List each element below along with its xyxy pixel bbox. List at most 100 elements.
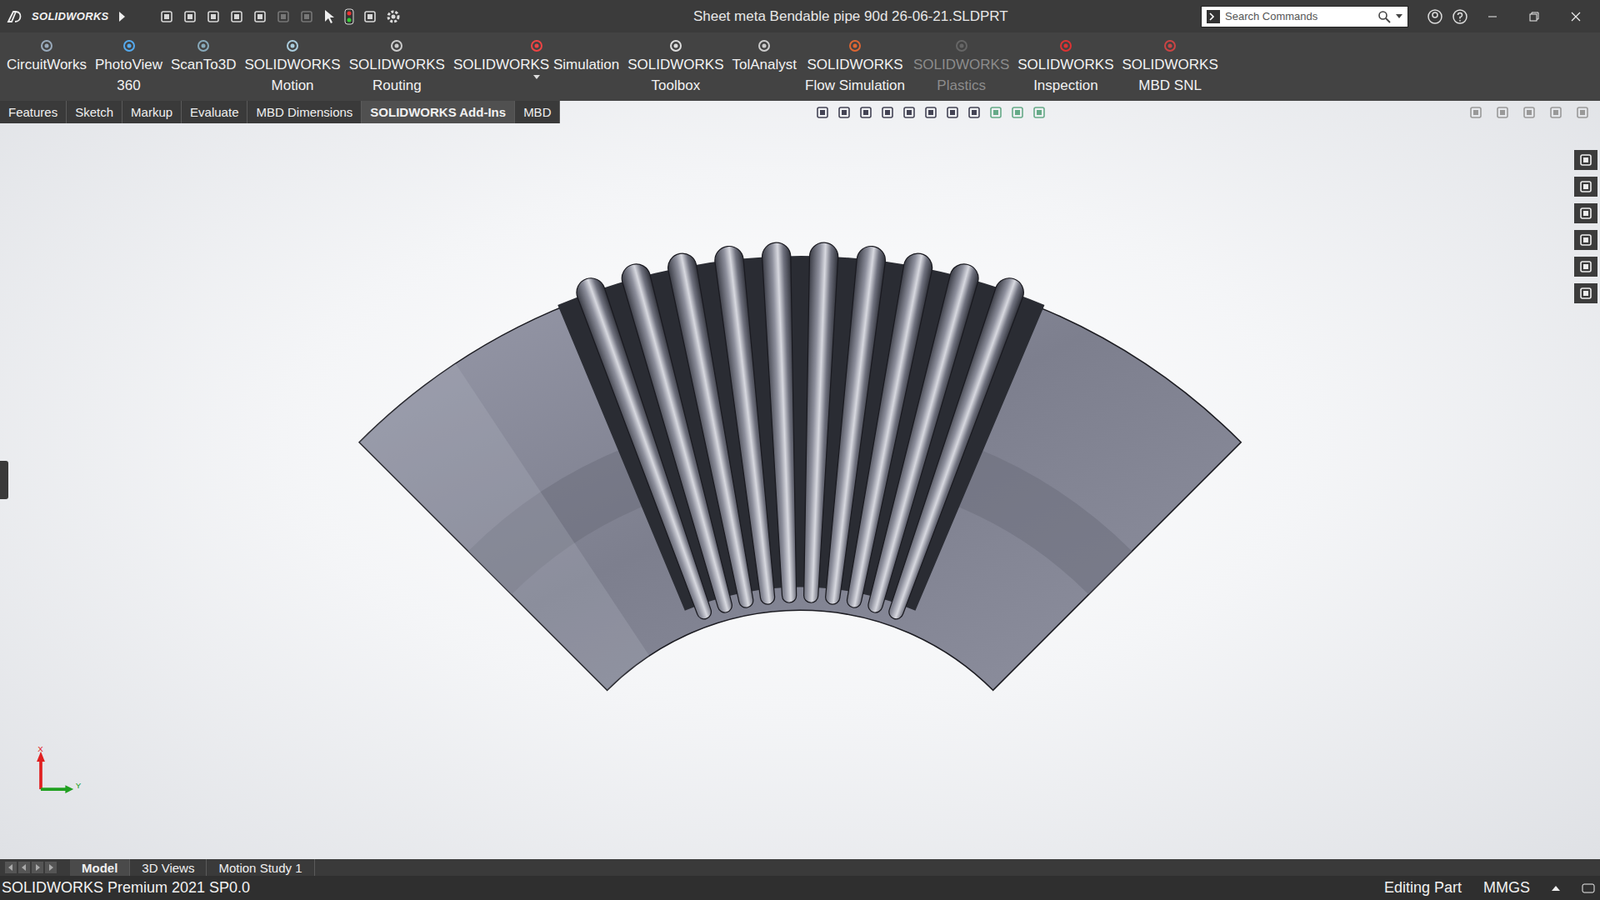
command-tab[interactable]: Evaluate bbox=[181, 100, 248, 124]
addin-icon bbox=[1056, 37, 1075, 55]
print-icon[interactable] bbox=[252, 9, 268, 25]
addin-button[interactable]: SOLIDWORKSFlow Simulation bbox=[805, 37, 905, 96]
search-box[interactable]: Search Commands bbox=[1200, 5, 1409, 28]
file-explorer-icon[interactable] bbox=[1578, 205, 1594, 221]
command-tab[interactable]: MBD bbox=[515, 100, 560, 124]
panel-handle[interactable] bbox=[0, 460, 9, 500]
save-icon[interactable] bbox=[229, 9, 245, 25]
hide-show-icon[interactable] bbox=[966, 105, 982, 120]
task-pane-button[interactable] bbox=[1574, 230, 1598, 250]
last-arrow-icon[interactable] bbox=[45, 861, 57, 874]
command-tab[interactable]: Markup bbox=[122, 100, 182, 124]
tab-row: FeaturesSketchMarkupEvaluateMBD Dimensio… bbox=[0, 100, 1600, 124]
view-orientation-icon[interactable] bbox=[923, 105, 939, 120]
custom-properties-icon[interactable] bbox=[1578, 285, 1594, 301]
bottom-tab[interactable]: 3D Views bbox=[130, 859, 207, 876]
expand-menu-icon[interactable] bbox=[117, 10, 126, 23]
home-icon[interactable] bbox=[1578, 152, 1594, 168]
open-icon[interactable] bbox=[205, 9, 221, 25]
addin-button[interactable]: PhotoView360 bbox=[95, 37, 163, 96]
addin-icon bbox=[37, 37, 56, 55]
addin-icon bbox=[845, 37, 865, 55]
addin-button[interactable]: ScanTo3D bbox=[170, 37, 236, 75]
command-tab[interactable]: MBD Dimensions bbox=[247, 100, 362, 124]
logo[interactable]: SOLIDWORKS bbox=[31, 10, 110, 23]
addin-button[interactable]: SOLIDWORKS Simulation bbox=[453, 37, 620, 80]
addin-icon bbox=[1160, 37, 1180, 55]
magnifier-icon[interactable] bbox=[1377, 10, 1391, 24]
close-icon[interactable] bbox=[1570, 11, 1581, 22]
bottom-tab[interactable]: Model bbox=[70, 859, 130, 876]
minimize-icon[interactable] bbox=[1487, 11, 1498, 22]
dropdown-icon[interactable] bbox=[533, 75, 540, 80]
addin-label: Routing bbox=[372, 75, 422, 96]
apply-scene-icon[interactable] bbox=[1010, 105, 1025, 120]
first-arrow-icon[interactable] bbox=[5, 861, 17, 874]
pipe-elbow[interactable] bbox=[255, 242, 1331, 860]
addin-label: 360 bbox=[116, 75, 140, 96]
task-pane-button[interactable] bbox=[1574, 176, 1598, 197]
resources-icon[interactable] bbox=[1578, 179, 1594, 195]
prev-arrow-icon[interactable] bbox=[18, 861, 30, 874]
addin-button[interactable]: TolAnalyst bbox=[732, 37, 797, 75]
new-icon[interactable] bbox=[182, 9, 198, 25]
addin-label: Motion bbox=[271, 75, 315, 96]
addin-button[interactable]: SOLIDWORKSPlastics bbox=[913, 37, 1010, 96]
tile-right-icon[interactable] bbox=[1495, 105, 1510, 120]
view-palette-icon[interactable] bbox=[1578, 232, 1594, 248]
addin-label: SOLIDWORKS bbox=[913, 54, 1010, 75]
appearances-icon[interactable] bbox=[1578, 259, 1594, 275]
command-tab[interactable]: SOLIDWORKS Add-Ins bbox=[361, 100, 515, 124]
dynamic-annotation-icon[interactable] bbox=[901, 105, 917, 120]
addin-button[interactable]: CircuitWorks bbox=[6, 37, 87, 75]
file-properties-icon[interactable] bbox=[362, 9, 378, 25]
section-view-icon[interactable] bbox=[880, 105, 895, 120]
command-tab[interactable]: Features bbox=[0, 100, 67, 124]
task-pane-button[interactable] bbox=[1574, 283, 1598, 304]
undo-icon[interactable] bbox=[275, 9, 291, 25]
addin-button[interactable]: SOLIDWORKSMBD SNL bbox=[1122, 37, 1219, 96]
view-settings-icon[interactable] bbox=[1031, 105, 1047, 120]
previous-view-icon[interactable] bbox=[858, 105, 874, 120]
zoom-area-icon[interactable] bbox=[836, 105, 852, 120]
addin-label: PhotoView bbox=[95, 54, 163, 75]
command-tab[interactable]: Sketch bbox=[66, 100, 123, 124]
options-gear-icon[interactable] bbox=[385, 9, 401, 25]
doc-minimize-icon[interactable] bbox=[1521, 105, 1537, 120]
task-pane-button[interactable] bbox=[1574, 150, 1598, 170]
next-arrow-icon[interactable] bbox=[31, 861, 44, 874]
edit-mode: Editing Part bbox=[1384, 879, 1462, 897]
addin-label: Inspection bbox=[1033, 75, 1099, 96]
model-viewport[interactable]: XY bbox=[0, 123, 1572, 860]
addin-button[interactable]: SOLIDWORKSInspection bbox=[1017, 37, 1114, 96]
command-manager: CircuitWorksPhotoView360ScanTo3DSOLIDWOR… bbox=[0, 32, 1600, 101]
up-arrow-icon[interactable] bbox=[1551, 885, 1560, 892]
restore-icon[interactable] bbox=[1529, 11, 1540, 22]
doc-close-icon[interactable] bbox=[1575, 105, 1590, 120]
help-icon[interactable] bbox=[1451, 8, 1469, 25]
unit-system[interactable]: MMGS bbox=[1483, 879, 1530, 897]
quick-tips-icon[interactable] bbox=[1581, 881, 1595, 895]
select-icon[interactable] bbox=[322, 9, 336, 25]
heads-up-toolbar bbox=[560, 100, 1469, 124]
addin-button[interactable]: SOLIDWORKSToolbox bbox=[627, 37, 724, 96]
doc-restore-icon[interactable] bbox=[1548, 105, 1564, 120]
ds-logo-icon[interactable] bbox=[6, 9, 24, 25]
addin-button[interactable]: SOLIDWORKSRouting bbox=[349, 37, 445, 96]
bottom-tab[interactable]: Motion Study 1 bbox=[206, 859, 315, 876]
zoom-fit-icon[interactable] bbox=[815, 105, 830, 120]
user-icon[interactable] bbox=[1426, 8, 1444, 25]
addin-label: CircuitWorks bbox=[6, 54, 87, 75]
task-pane-button[interactable] bbox=[1574, 256, 1598, 277]
redo-icon[interactable] bbox=[299, 9, 315, 25]
document-area: FeaturesSketchMarkupEvaluateMBD Dimensio… bbox=[0, 100, 1600, 860]
dropdown-icon[interactable] bbox=[1395, 14, 1403, 20]
canvas[interactable]: XY bbox=[0, 123, 1572, 860]
edit-appearance-icon[interactable] bbox=[988, 105, 1004, 120]
task-pane-button[interactable] bbox=[1574, 203, 1598, 224]
addin-button[interactable]: SOLIDWORKSMotion bbox=[244, 37, 340, 96]
rebuild-icon[interactable] bbox=[344, 8, 355, 25]
display-style-icon[interactable] bbox=[945, 105, 960, 120]
home-icon[interactable] bbox=[159, 9, 175, 25]
tile-left-icon[interactable] bbox=[1468, 105, 1484, 120]
